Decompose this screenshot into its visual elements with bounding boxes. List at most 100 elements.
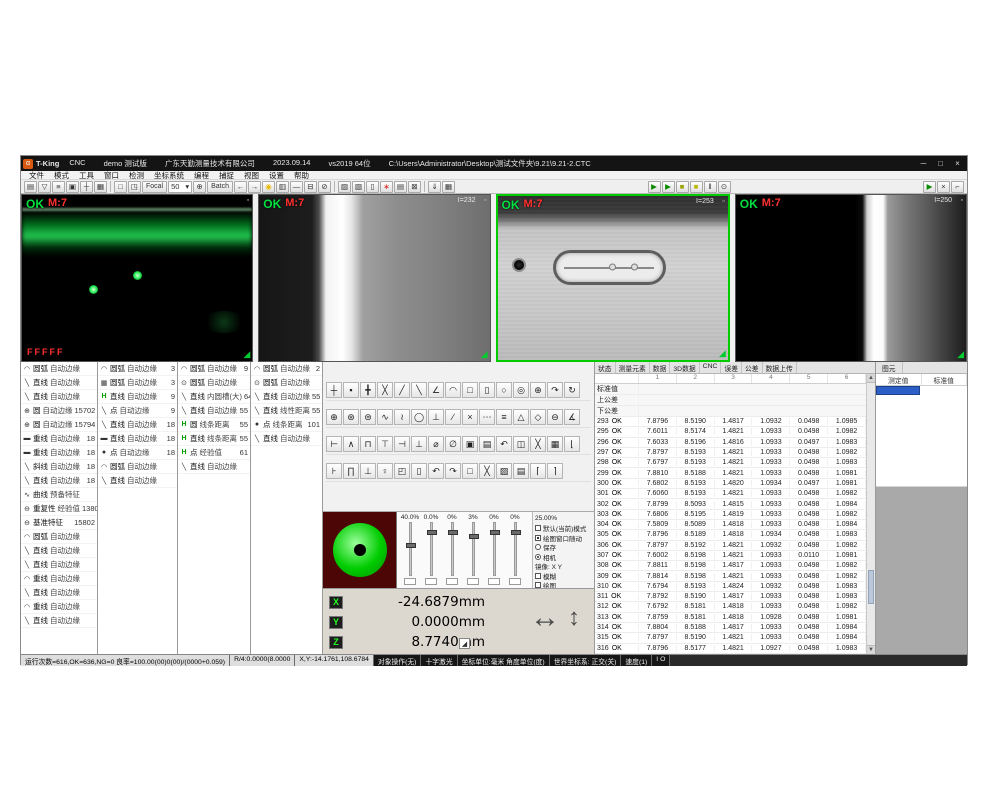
delete-tool[interactable]: ╳ <box>530 436 546 452</box>
results-tab[interactable]: CNC <box>700 362 722 373</box>
bottom-tee-tool[interactable]: ⊥ <box>411 436 427 452</box>
results-tab[interactable]: 测量元素 <box>616 362 650 373</box>
feature-item[interactable]: ∿曲线预备特征 <box>21 488 97 502</box>
menu-item[interactable]: 工具 <box>75 170 98 181</box>
element-panel-tab[interactable]: 图元 <box>876 362 903 373</box>
file-open-icon[interactable]: ▽ <box>38 181 51 193</box>
angle2-tool[interactable]: ∡ <box>564 409 580 425</box>
table-row[interactable]: 315OK7.87978.51901.48211.09330.04981.098… <box>595 633 866 643</box>
rows-tool[interactable]: ▤ <box>513 463 529 479</box>
slider-track[interactable] <box>514 522 517 576</box>
feature-item[interactable]: ◠圆弧自动边缘9 <box>178 362 250 376</box>
camera-panel-1[interactable]: FFFFF OKM:7▫◢ <box>21 194 253 362</box>
grid-icon[interactable]: ▦ <box>94 181 107 193</box>
results-tab[interactable]: 3D数据 <box>670 362 699 373</box>
slider-input-box[interactable] <box>467 578 479 585</box>
feature-item[interactable]: ╲直线自动边缘 <box>21 614 97 628</box>
camera-resize-grip-icon[interactable]: ◢ <box>481 349 488 360</box>
ring-light-indicator[interactable] <box>323 512 397 588</box>
table-row[interactable]: 304OK7.58098.50891.48181.09330.04981.098… <box>595 520 866 530</box>
light-block-1-icon[interactable]: ■ <box>676 181 689 193</box>
axis-z-chip[interactable]: Z <box>329 636 343 649</box>
feature-item[interactable]: ⊙圆弧自动边缘 <box>251 376 322 390</box>
table-icon[interactable]: ▦ <box>442 181 455 193</box>
flower-tool[interactable]: ⊛ <box>343 409 359 425</box>
table-row[interactable]: 297OK7.87978.51931.48211.09330.04981.098… <box>595 448 866 458</box>
table-row[interactable]: 298OK7.67978.51931.48211.09330.04981.098… <box>595 458 866 468</box>
feature-item[interactable]: ◠圆弧自动边缘 <box>98 460 177 474</box>
rows-icon[interactable]: ▤ <box>394 181 407 193</box>
feature-item[interactable]: ◠圆弧自动边缘2 <box>251 362 322 376</box>
feature-item[interactable]: ╲直线自动边缘55 <box>251 390 322 404</box>
camera-menu-icon[interactable]: ▫ <box>484 197 486 204</box>
point-tool[interactable]: ▪ <box>343 382 359 398</box>
intersect-tool[interactable]: ╳ <box>377 382 393 398</box>
spin-tool[interactable]: ↻ <box>564 382 580 398</box>
empty-set-tool[interactable]: ∅ <box>445 436 461 452</box>
slider-handle[interactable] <box>406 543 416 548</box>
table-row[interactable]: 305OK7.87968.51891.48181.09340.04981.098… <box>595 530 866 540</box>
camera-panel-3[interactable]: OKM:7I=253▫◢ <box>496 194 730 362</box>
slider-track[interactable] <box>472 522 475 576</box>
slider-handle[interactable] <box>427 530 437 535</box>
camera-resize-grip-icon[interactable]: ◢ <box>243 349 250 360</box>
slot-tool[interactable]: ▯ <box>479 382 495 398</box>
results-tab[interactable]: 数据上传 <box>763 362 797 373</box>
feature-item[interactable]: ⊙圆弧自动边缘 <box>178 376 250 390</box>
feature-item[interactable]: ⊖重复性经验值13801 <box>21 502 97 516</box>
line-tool[interactable]: ╱ <box>394 382 410 398</box>
gear-tool[interactable]: ⊕ <box>530 382 546 398</box>
feature-item[interactable]: ╲直线自动边缘55 <box>178 404 250 418</box>
feature-item[interactable]: ╲直线自动边缘 <box>251 432 322 446</box>
table-row[interactable]: 308OK7.88118.51981.48171.09330.04981.098… <box>595 561 866 571</box>
table-row[interactable]: 300OK7.68028.51931.48201.09340.04971.098… <box>595 479 866 489</box>
feature-item[interactable]: ╲斜线自动边缘18 <box>21 460 97 474</box>
slider-handle[interactable] <box>490 530 500 535</box>
concentric-tool[interactable]: ◎ <box>513 382 529 398</box>
line-icon[interactable]: — <box>290 181 303 193</box>
checkbox-icon[interactable] <box>535 535 541 541</box>
feature-item[interactable]: ╲直线自动边缘 <box>21 376 97 390</box>
table-row[interactable]: 301OK7.60608.51931.48211.09330.04981.098… <box>595 489 866 499</box>
feature-item[interactable]: ╲直线自动边缘 <box>21 390 97 404</box>
table-row[interactable]: 307OK7.60028.51981.48211.09330.01101.098… <box>595 551 866 561</box>
triangle-tool[interactable]: △ <box>513 409 529 425</box>
menu-item[interactable]: 编程 <box>190 170 213 181</box>
axis-y-chip[interactable]: Y <box>329 616 343 629</box>
feature-item[interactable]: ╲直线内圆槽(大)64 <box>178 390 250 404</box>
rect-tool[interactable]: □ <box>462 382 478 398</box>
diamond-tool[interactable]: ◇ <box>530 409 546 425</box>
plus-tool[interactable]: ╋ <box>360 382 376 398</box>
save-icon[interactable]: ≡ <box>52 181 65 193</box>
layers-tool[interactable]: ▤ <box>479 436 495 452</box>
feature-item[interactable]: ◠圆弧自动边缘3 <box>98 362 177 376</box>
slider-track[interactable] <box>451 522 454 576</box>
donut-tool[interactable]: ⊜ <box>360 409 376 425</box>
selected-cell-highlight[interactable] <box>876 386 920 395</box>
feature-item[interactable]: ⊕圆自动边缘15702 <box>21 404 97 418</box>
feature-item[interactable]: ╲直线自动边缘 <box>21 558 97 572</box>
light-slider[interactable]: 0% <box>506 514 524 585</box>
table-row[interactable]: 316OK7.87968.51771.48211.09270.04981.098… <box>595 644 866 654</box>
play-step-button[interactable]: ▶ <box>662 181 675 193</box>
slider-track[interactable] <box>409 522 412 576</box>
axis-x-chip[interactable]: X <box>329 596 343 609</box>
menu-item[interactable]: 设置 <box>265 170 288 181</box>
table-row[interactable]: 312OK7.67928.51811.48181.09330.04981.098… <box>595 602 866 612</box>
light-slider[interactable]: 40.0% <box>401 514 419 585</box>
table-row[interactable]: 上公差 <box>595 395 866 406</box>
edge-tool[interactable]: ⊢ <box>326 436 342 452</box>
export-icon[interactable]: ⇓ <box>428 181 441 193</box>
slope-tool[interactable]: ∕ <box>445 409 461 425</box>
camera-resize-grip-icon[interactable]: ◢ <box>719 348 726 359</box>
feature-item[interactable]: ●点自动边缘18 <box>98 446 177 460</box>
slider-track[interactable] <box>430 522 433 576</box>
table-row[interactable]: 310OK7.67948.51931.48241.09320.04981.098… <box>595 582 866 592</box>
stop-button[interactable]: × <box>937 181 950 193</box>
table-row[interactable]: 306OK7.87978.51921.48211.09320.04981.098… <box>595 541 866 551</box>
nav-left-button[interactable]: ← <box>234 181 247 193</box>
table-row[interactable]: 314OK7.88048.51881.48171.09330.04981.098… <box>595 623 866 633</box>
diameter-tool[interactable]: ⌀ <box>428 436 444 452</box>
line2-tool[interactable]: ╲ <box>411 382 427 398</box>
table-row[interactable]: 302OK7.87998.50931.48151.09330.04981.098… <box>595 499 866 509</box>
